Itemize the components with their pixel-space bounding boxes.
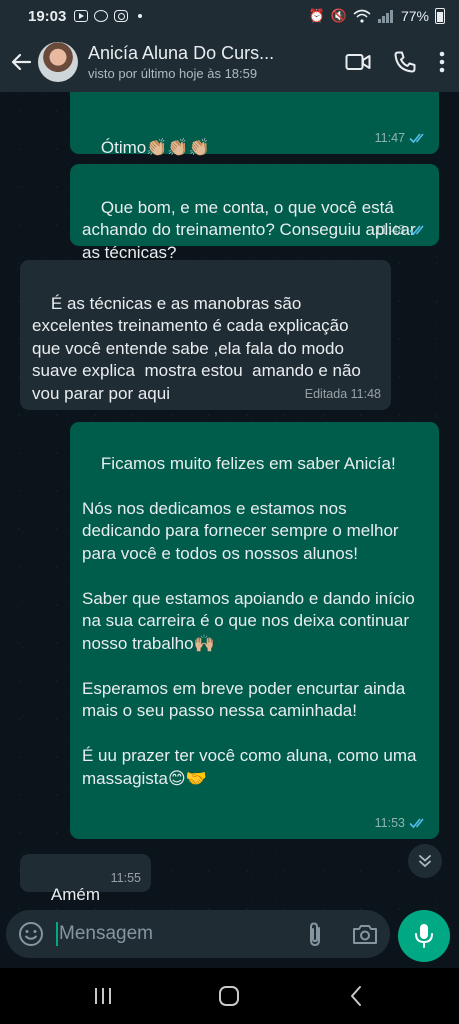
voice-message-button[interactable] (398, 910, 450, 962)
contact-name: Anicía Aluna Do Curs... (88, 43, 275, 63)
camera-icon[interactable] (352, 923, 378, 945)
contact-info[interactable]: Anicía Aluna Do Curs... visto por último… (88, 43, 345, 81)
battery-icon (435, 8, 445, 24)
mute-icon: 🔇 (330, 8, 347, 23)
wifi-icon (353, 9, 371, 23)
facebook-icon (94, 10, 109, 22)
message-bubble[interactable]: Ótimo👏🏼👏🏼👏🏼 11:47 (70, 92, 439, 157)
read-ticks-icon (409, 133, 424, 143)
message-time: 11:48 (374, 222, 405, 237)
more-options-icon[interactable] (439, 51, 445, 73)
double-chevron-down-icon (419, 855, 431, 868)
message-text: Ótimo👏🏼👏🏼👏🏼 (100, 137, 210, 157)
recent-apps-button[interactable] (73, 976, 133, 1016)
back-arrow-icon (11, 53, 32, 71)
mic-icon (415, 924, 433, 948)
message-bubble[interactable]: Amém 11:55 (20, 854, 151, 904)
message-text: Amém (50, 884, 101, 904)
contact-last-seen: visto por último hoje às 18:59 (88, 66, 258, 81)
message-bubble[interactable]: É as técnicas e as manobras são excelent… (20, 260, 391, 410)
status-time: 19:03 (28, 7, 67, 25)
home-button[interactable] (199, 976, 259, 1016)
youtube-icon (74, 10, 89, 22)
read-ticks-icon (409, 225, 424, 235)
back-icon (350, 986, 361, 1006)
system-nav-bar (0, 968, 459, 1024)
message-bubble[interactable]: Ficamos muito felizes em saber Anicía! N… (70, 422, 439, 839)
chat-header: Anicía Aluna Do Curs... visto por último… (0, 32, 459, 92)
message-meta: 11:55 (111, 867, 141, 890)
attach-icon[interactable] (304, 921, 326, 947)
message-input[interactable] (59, 923, 304, 945)
instagram-icon (114, 10, 129, 22)
composer (0, 910, 459, 968)
notification-dot-icon (138, 14, 143, 18)
read-ticks-icon (409, 818, 424, 828)
status-bar: 19:03 ⏰ 🔇 77% (0, 0, 459, 32)
phone-icon[interactable] (393, 50, 417, 74)
message-meta: 11:53 (375, 812, 429, 835)
message-meta: 11:48 (375, 219, 429, 242)
message-text: Ficamos muito felizes em saber Anicía! N… (82, 453, 417, 788)
message-meta: 11:47 (375, 127, 429, 150)
message-meta: Editada 11:48 (305, 383, 381, 406)
home-icon (219, 986, 240, 1006)
message-time: Editada 11:48 (304, 386, 381, 401)
message-time: 11:47 (374, 130, 405, 145)
message-time: 11:55 (110, 870, 141, 885)
scroll-to-bottom-button[interactable] (408, 844, 442, 878)
nav-back-button[interactable] (326, 976, 386, 1016)
text-caret (56, 922, 58, 946)
message-list[interactable]: Ótimo👏🏼👏🏼👏🏼 11:47 Que bom, e me conta, o… (0, 92, 459, 910)
recent-apps-icon (95, 988, 112, 1004)
back-button[interactable] (4, 51, 38, 73)
message-input-wrapper (6, 910, 390, 958)
signal-icon (377, 10, 393, 23)
message-time: 11:53 (374, 815, 405, 830)
message-bubble[interactable]: Que bom, e me conta, o que você está ach… (70, 164, 439, 262)
emoji-icon[interactable] (18, 921, 44, 947)
battery-level: 77% (400, 8, 429, 24)
avatar[interactable] (38, 42, 78, 82)
video-call-icon[interactable] (345, 52, 371, 72)
message-text: Que bom, e me conta, o que você está ach… (82, 197, 421, 262)
alarm-icon: ⏰ (308, 8, 325, 23)
